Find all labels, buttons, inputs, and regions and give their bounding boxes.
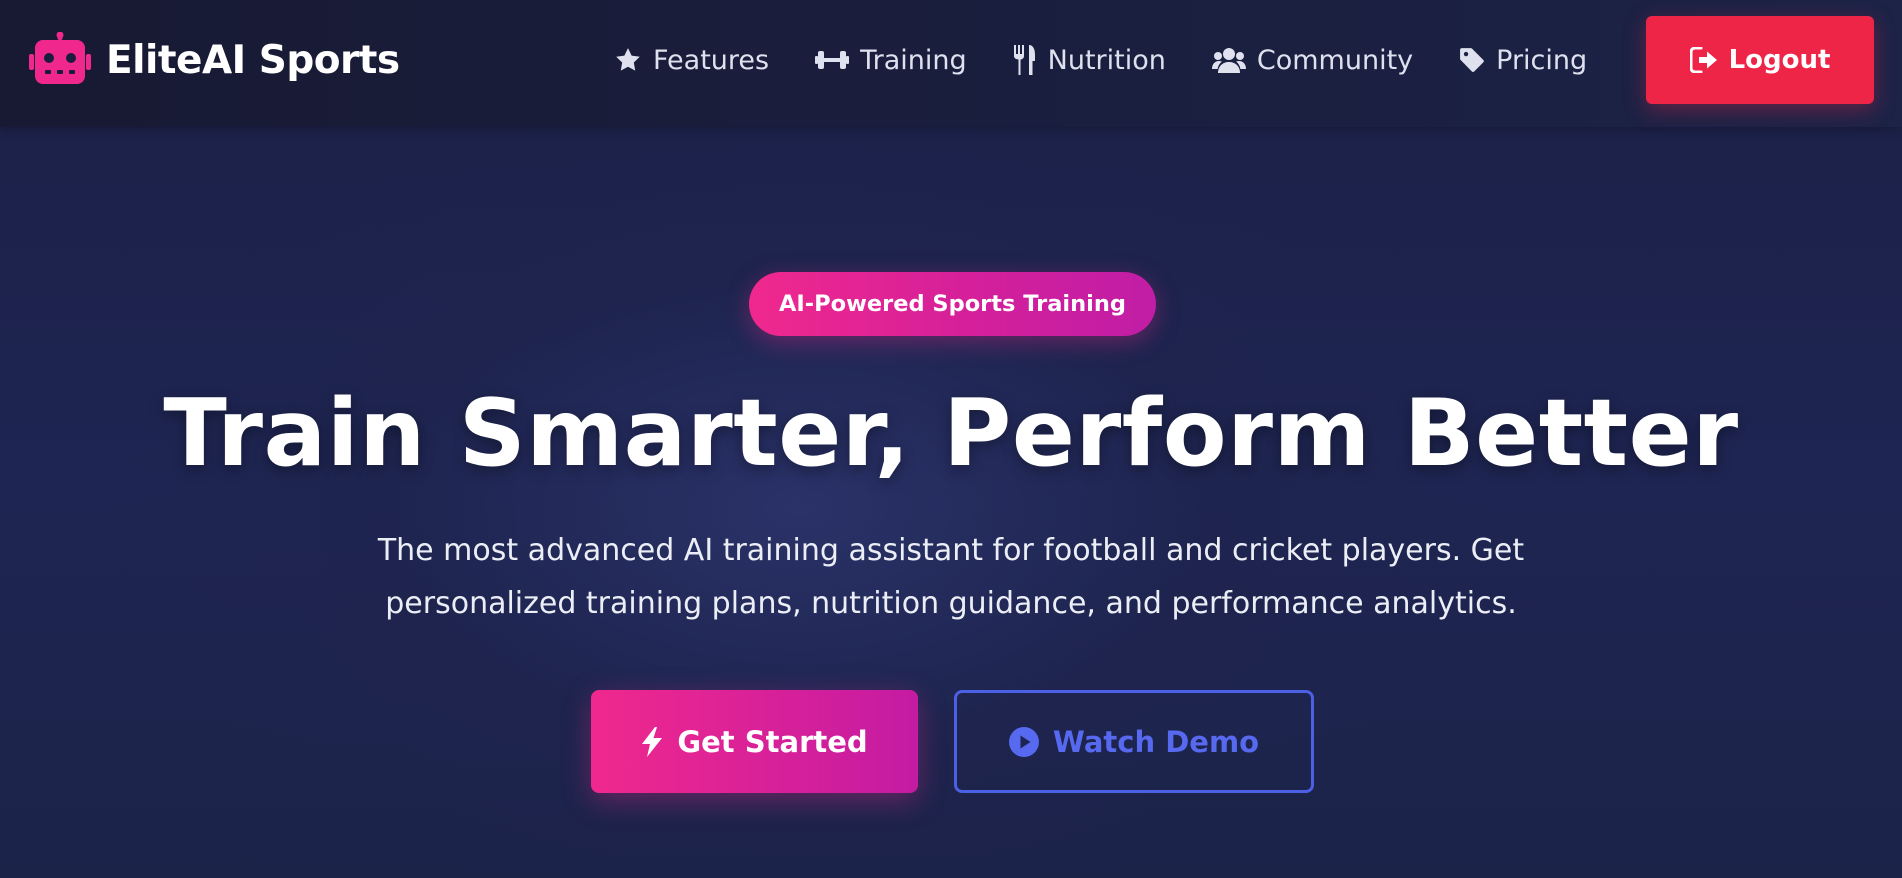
- logout-button[interactable]: Logout: [1646, 16, 1874, 104]
- hero-subtitle: The most advanced AI training assistant …: [331, 524, 1571, 630]
- sign-out-icon: [1689, 47, 1718, 73]
- hero-subtitle-line-2: personalized training plans, nutrition g…: [385, 586, 1517, 621]
- get-started-label: Get Started: [677, 724, 868, 759]
- watch-demo-label: Watch Demo: [1052, 724, 1260, 759]
- navbar: EliteAI Sports Features Training Nutriti…: [0, 0, 1902, 127]
- users-icon: [1211, 47, 1246, 73]
- utensils-icon: [1013, 45, 1037, 75]
- play-circle-icon: [1008, 726, 1039, 757]
- nav-item-features[interactable]: Features: [614, 45, 769, 76]
- nav-item-training[interactable]: Training: [815, 45, 967, 76]
- bolt-icon: [641, 726, 663, 757]
- brand-name: EliteAI Sports: [106, 37, 400, 83]
- tag-icon: [1459, 47, 1485, 73]
- hero-badge: AI-Powered Sports Training: [749, 272, 1156, 336]
- nav-links: Features Training Nutrition Community Pr…: [614, 40, 1587, 80]
- nav-item-label: Training: [860, 44, 967, 76]
- hero-subtitle-line-1: The most advanced AI training assistant …: [377, 533, 1525, 568]
- robot-icon: [28, 30, 92, 90]
- star-icon: [614, 46, 642, 74]
- nav-item-nutrition[interactable]: Nutrition: [1013, 45, 1166, 76]
- get-started-button[interactable]: Get Started: [591, 690, 918, 793]
- nav-item-pricing[interactable]: Pricing: [1459, 45, 1587, 76]
- brand-logo[interactable]: EliteAI Sports: [28, 30, 400, 90]
- nav-item-label: Pricing: [1496, 44, 1588, 76]
- nav-item-label: Nutrition: [1047, 44, 1166, 76]
- watch-demo-button[interactable]: Watch Demo: [954, 690, 1314, 793]
- dumbbell-icon: [815, 47, 850, 73]
- hero-title: Train Smarter, Perform Better: [163, 379, 1739, 487]
- logout-label: Logout: [1728, 45, 1831, 75]
- nav-item-label: Features: [653, 44, 770, 76]
- nav-item-label: Community: [1256, 44, 1414, 76]
- nav-item-community[interactable]: Community: [1211, 44, 1414, 76]
